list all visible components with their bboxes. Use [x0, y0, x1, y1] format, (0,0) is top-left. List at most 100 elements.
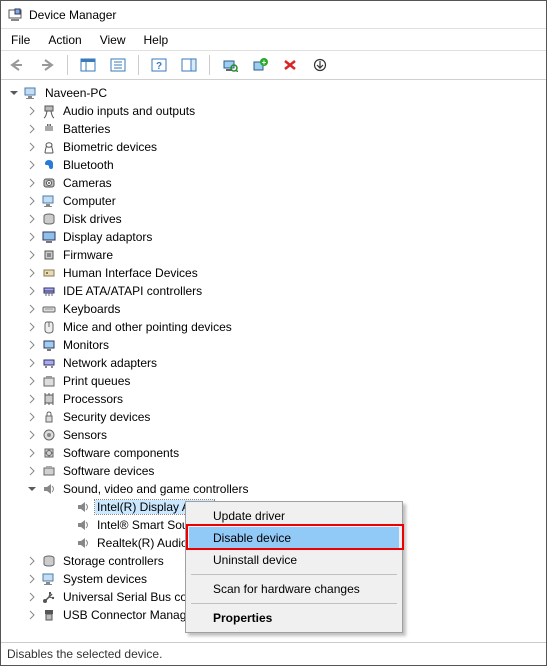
expander-icon[interactable]	[25, 122, 39, 136]
menu-view[interactable]: View	[100, 33, 126, 47]
category-node[interactable]: IDE ATA/ATAPI controllers	[3, 282, 546, 300]
category-node[interactable]: Cameras	[3, 174, 546, 192]
expander-icon[interactable]	[25, 608, 39, 622]
menubar: File Action View Help	[1, 29, 546, 51]
device-label: Processors	[61, 392, 125, 406]
category-node[interactable]: Batteries	[3, 120, 546, 138]
category-node[interactable]: Firmware	[3, 246, 546, 264]
expander-icon[interactable]	[25, 374, 39, 388]
titlebar: Device Manager	[1, 1, 546, 29]
expander-icon[interactable]	[25, 572, 39, 586]
expander-icon[interactable]	[25, 284, 39, 298]
category-sound[interactable]: Sound, video and game controllers	[3, 480, 546, 498]
category-node[interactable]: Network adapters	[3, 354, 546, 372]
expander-icon[interactable]	[25, 140, 39, 154]
category-node[interactable]: Security devices	[3, 408, 546, 426]
back-button[interactable]	[5, 53, 29, 77]
menu-disable-device[interactable]: Disable device	[189, 527, 399, 549]
uninstall-button[interactable]	[278, 53, 302, 77]
expander-icon[interactable]	[25, 482, 39, 496]
device-icon	[41, 373, 57, 389]
expander-icon[interactable]	[25, 266, 39, 280]
expander-icon[interactable]	[25, 590, 39, 604]
add-legacy-button[interactable]: +	[248, 53, 272, 77]
device-label: Audio inputs and outputs	[61, 104, 197, 118]
device-label: IDE ATA/ATAPI controllers	[61, 284, 204, 298]
svg-text:?: ?	[156, 61, 162, 72]
category-node[interactable]: Keyboards	[3, 300, 546, 318]
device-icon	[41, 445, 57, 461]
expander-icon[interactable]	[25, 320, 39, 334]
scan-hardware-button[interactable]	[218, 53, 242, 77]
action-pane-button[interactable]	[177, 53, 201, 77]
menu-update-driver[interactable]: Update driver	[189, 505, 399, 527]
device-icon	[41, 103, 57, 119]
expander-icon[interactable]	[25, 176, 39, 190]
device-label: Display adaptors	[61, 230, 154, 244]
expander-icon[interactable]	[7, 86, 21, 100]
expander-icon[interactable]	[25, 230, 39, 244]
device-icon	[75, 517, 91, 533]
device-label: Print queues	[61, 374, 132, 388]
device-label: System devices	[61, 572, 149, 586]
expander-icon[interactable]	[25, 302, 39, 316]
show-hide-tree-button[interactable]	[76, 53, 100, 77]
expander-icon[interactable]	[25, 410, 39, 424]
expander-icon[interactable]	[25, 194, 39, 208]
expander-icon[interactable]	[25, 158, 39, 172]
menu-help[interactable]: Help	[144, 33, 169, 47]
device-label: Keyboards	[61, 302, 122, 316]
forward-button[interactable]	[35, 53, 59, 77]
device-label: Mice and other pointing devices	[61, 320, 234, 334]
expander-icon[interactable]	[25, 464, 39, 478]
menu-action[interactable]: Action	[48, 33, 81, 47]
category-node[interactable]: Computer	[3, 192, 546, 210]
category-node[interactable]: Bluetooth	[3, 156, 546, 174]
expander-icon[interactable]	[25, 248, 39, 262]
expander-icon[interactable]	[25, 428, 39, 442]
device-label: Sensors	[61, 428, 109, 442]
device-icon	[41, 427, 57, 443]
category-node[interactable]: Processors	[3, 390, 546, 408]
device-icon	[41, 409, 57, 425]
device-icon	[75, 499, 91, 515]
menu-file[interactable]: File	[11, 33, 30, 47]
category-node[interactable]: Human Interface Devices	[3, 264, 546, 282]
device-icon	[41, 247, 57, 263]
device-icon	[75, 535, 91, 551]
disable-button[interactable]	[308, 53, 332, 77]
expander-icon[interactable]	[25, 392, 39, 406]
device-label: Cameras	[61, 176, 114, 190]
device-label: Security devices	[61, 410, 152, 424]
category-node[interactable]: Sensors	[3, 426, 546, 444]
category-node[interactable]: Software components	[3, 444, 546, 462]
expander-icon[interactable]	[25, 338, 39, 352]
menu-properties[interactable]: Properties	[189, 607, 399, 629]
device-icon	[41, 355, 57, 371]
menu-uninstall-device[interactable]: Uninstall device	[189, 549, 399, 571]
expander-icon[interactable]	[25, 554, 39, 568]
category-node[interactable]: Monitors	[3, 336, 546, 354]
category-node[interactable]: Print queues	[3, 372, 546, 390]
category-node[interactable]: Disk drives	[3, 210, 546, 228]
device-label: Software devices	[61, 464, 156, 478]
category-node[interactable]: Software devices	[3, 462, 546, 480]
device-label: Realtek(R) Audio	[95, 536, 190, 550]
properties-button[interactable]	[106, 53, 130, 77]
device-label: Human Interface Devices	[61, 266, 200, 280]
expander-icon[interactable]	[25, 446, 39, 460]
device-label: Monitors	[61, 338, 111, 352]
category-node[interactable]: Biometric devices	[3, 138, 546, 156]
category-node[interactable]: Mice and other pointing devices	[3, 318, 546, 336]
category-node[interactable]: Display adaptors	[3, 228, 546, 246]
device-label: Bluetooth	[61, 158, 116, 172]
device-icon	[41, 589, 57, 605]
status-bar: Disables the selected device.	[1, 642, 546, 665]
expander-icon[interactable]	[25, 356, 39, 370]
help-button[interactable]: ?	[147, 53, 171, 77]
expander-icon[interactable]	[25, 212, 39, 226]
menu-scan-hardware[interactable]: Scan for hardware changes	[189, 578, 399, 600]
expander-icon[interactable]	[25, 104, 39, 118]
category-node[interactable]: Audio inputs and outputs	[3, 102, 546, 120]
root-node[interactable]: Naveen-PC	[3, 84, 546, 102]
